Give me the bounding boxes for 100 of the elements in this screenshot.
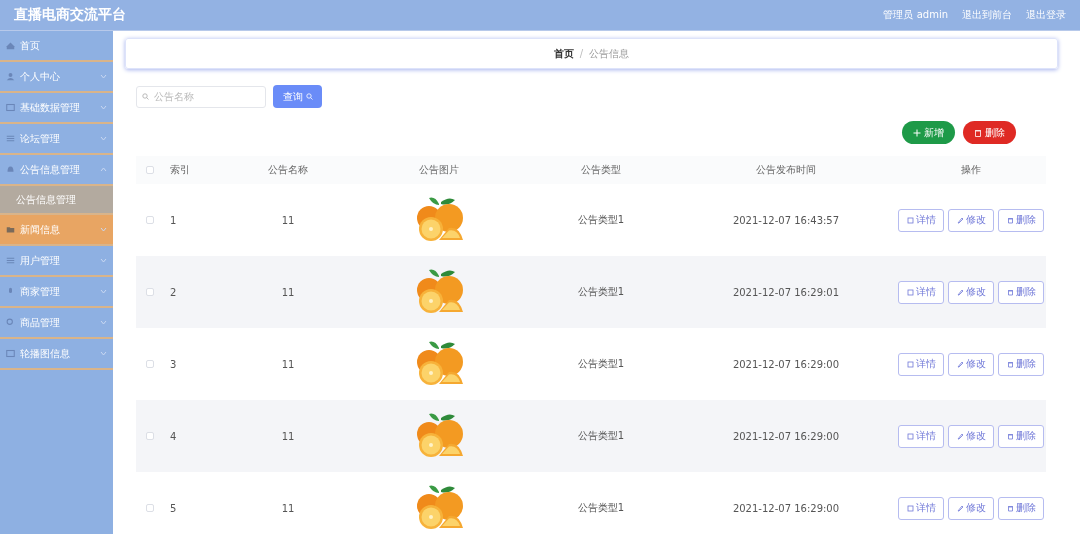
column-header: 公告类型 [580,163,622,177]
chevron-icon [100,227,107,232]
header-link[interactable]: 退出到前台 [962,8,1012,22]
table-cell-text: 2021-12-07 16:29:00 [731,430,841,442]
column-header: 公告名称 [267,163,309,177]
bell-icon [6,165,15,174]
sidebar-item[interactable]: 首页 [0,31,113,62]
delete-button[interactable]: 删除 [963,121,1016,144]
mic-icon [6,287,15,296]
pencil-icon [956,504,964,512]
sidebar-item[interactable]: 基础数据管理 [0,93,113,124]
grid-icon [6,349,15,358]
table-cell-text: 1 [169,214,178,226]
user-icon [6,72,15,81]
checkbox[interactable] [146,288,154,296]
checkbox[interactable] [146,360,154,368]
chevron-icon [100,105,107,110]
sidebar-item[interactable]: 商家管理 [0,277,113,308]
sidebar-item[interactable]: 轮播图信息 [0,339,113,370]
chevron-icon [100,74,107,79]
row-action-button[interactable]: 删除 [998,208,1044,232]
row-action-button[interactable]: 修改 [948,424,994,448]
column-header: 公告图片 [418,163,460,177]
table-cell-text: 公告类型1 [576,213,626,227]
table-cell-text: 11 [280,502,296,514]
pencil-icon [956,288,964,296]
breadcrumb-separator: / [579,48,584,59]
row-action-button[interactable]: 详情 [898,496,944,520]
table-cell-text: 公告类型1 [576,285,626,299]
list-icon [6,256,15,265]
table-cell-text: 2021-12-07 16:29:00 [731,502,841,514]
row-action-button[interactable]: 详情 [898,208,944,232]
chevron-icon [100,289,107,294]
table-cell-text: 3 [169,358,178,370]
table-cell-text: 2 [169,286,178,298]
column-header: 操作 [960,163,982,177]
table-cell-text: 4 [169,430,178,442]
search-button[interactable]: 查询 [273,85,322,108]
checkbox[interactable] [146,216,154,224]
table-cell-text: 11 [280,430,296,442]
document-icon [906,360,914,368]
grid-icon [6,103,15,112]
column-header: 索引 [169,163,191,177]
app-title: 直播电商交流平台 [14,6,126,24]
trash-icon [1006,432,1014,440]
list-icon [6,134,15,143]
table-cell-text: 公告类型1 [576,501,626,515]
sidebar-item[interactable]: 论坛管理 [0,124,113,155]
sidebar-item[interactable]: 商品管理 [0,308,113,339]
checkbox[interactable] [146,166,154,174]
search-field[interactable]: 公告名称 [136,85,266,108]
trash-icon [1006,216,1014,224]
row-action-button[interactable]: 删除 [998,280,1044,304]
plus-icon [913,128,921,137]
chevron-icon [100,320,107,325]
table-cell-text: 公告类型1 [576,429,626,443]
header-link[interactable]: 退出登录 [1026,8,1066,22]
row-action-button[interactable]: 修改 [948,208,994,232]
table-cell-text: 2021-12-07 16:29:01 [731,286,841,298]
row-action-button[interactable]: 修改 [948,280,994,304]
pencil-icon [956,360,964,368]
document-icon [906,432,914,440]
document-icon [906,288,914,296]
checkbox[interactable] [146,504,154,512]
sidebar-item[interactable]: 个人中心 [0,62,113,93]
trash-icon [1006,288,1014,296]
table-cell-text: 5 [169,502,178,514]
document-icon [906,504,914,512]
trash-icon [1006,360,1014,368]
sidebar-item[interactable]: 用户管理 [0,246,113,277]
pencil-icon [956,216,964,224]
breadcrumb-item[interactable]: 首页 [553,46,574,61]
column-header: 公告发布时间 [755,163,817,177]
home-icon [6,41,15,50]
table-cell-text: 11 [280,286,296,298]
table-cell-text: 公告类型1 [576,357,626,371]
chevron-icon [100,167,107,172]
row-action-button[interactable]: 修改 [948,352,994,376]
header-link[interactable]: 管理员 admin [883,8,948,22]
table-cell-text: 2021-12-07 16:29:00 [731,358,841,370]
row-action-button[interactable]: 删除 [998,496,1044,520]
chevron-icon [100,136,107,141]
row-action-button[interactable]: 详情 [898,424,944,448]
document-icon [906,216,914,224]
row-action-button[interactable]: 详情 [898,352,944,376]
pencil-icon [956,432,964,440]
table-cell-text: 2021-12-07 16:43:57 [731,214,841,226]
row-action-button[interactable]: 修改 [948,496,994,520]
row-action-button[interactable]: 删除 [998,352,1044,376]
table-cell-text: 11 [280,214,296,226]
sidebar-subitem[interactable]: 公告信息管理 [0,186,113,215]
checkbox[interactable] [146,432,154,440]
breadcrumb-item: 公告信息 [589,46,630,61]
chevron-icon [100,351,107,356]
chevron-icon [100,258,107,263]
trash-icon [1006,504,1014,512]
trash-icon [974,128,982,137]
row-action-button[interactable]: 详情 [898,280,944,304]
add-button[interactable]: 新增 [902,121,955,144]
row-action-button[interactable]: 删除 [998,424,1044,448]
